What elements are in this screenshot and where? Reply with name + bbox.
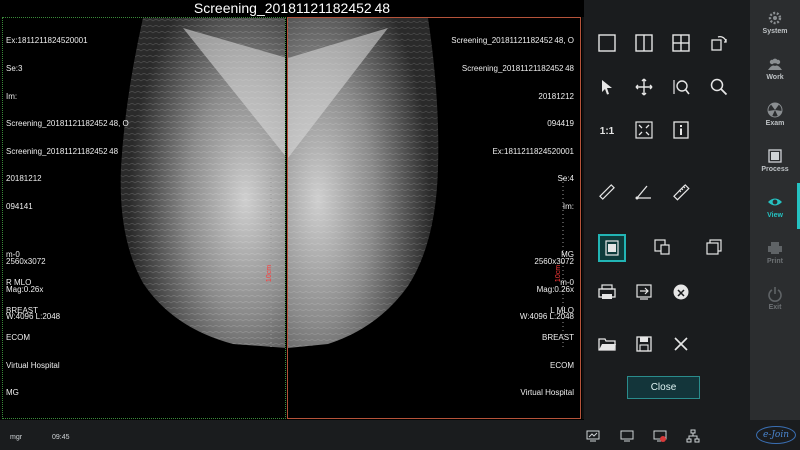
ruler-label-left: 10cm <box>266 264 274 283</box>
nav-item-exit[interactable]: Exit <box>750 276 800 322</box>
export-icon[interactable] <box>633 281 655 303</box>
ruler-icon[interactable] <box>596 181 618 203</box>
info-icon[interactable] <box>670 119 692 141</box>
pointer-icon[interactable] <box>596 76 618 98</box>
study-title: Screening_20181121182452 48 <box>193 0 391 16</box>
overlay-line: Ex:1811211824520001 <box>6 36 88 46</box>
burn-icon[interactable] <box>670 281 692 303</box>
save-icon[interactable] <box>633 333 655 355</box>
overlay-line: Im: <box>6 91 18 101</box>
overlay-line: MG <box>6 388 19 398</box>
overlay-line: 20181212 <box>538 91 574 101</box>
swap-icon[interactable] <box>708 32 730 54</box>
ejoin-logo: e-Join <box>756 426 796 444</box>
brand-area: e-Join <box>750 420 800 450</box>
magnifier-icon[interactable] <box>708 76 730 98</box>
nav-label: Process <box>761 166 789 173</box>
overlay-line: Im: <box>562 202 574 212</box>
close-x-icon[interactable] <box>670 333 692 355</box>
open-folder-icon[interactable] <box>596 333 618 355</box>
nav-item-view[interactable]: View <box>750 184 800 230</box>
current-user: mgr <box>10 434 23 441</box>
overlay-line: Screening_20181121182452 48 <box>461 64 574 74</box>
server-status-icon[interactable] <box>686 429 700 443</box>
nav-item-process[interactable]: Process <box>750 138 800 184</box>
overlay-line: Ex:1811211824520001 <box>492 146 574 156</box>
overlay-line: BREAST <box>541 333 574 343</box>
fit-icon[interactable] <box>633 119 655 141</box>
overlay-line: ECOM <box>6 333 30 343</box>
overlay-line: L MLO <box>550 305 574 315</box>
right-bottom-right-overlay: MG m-0 L MLO BREAST ECOM Virtual Hospita… <box>520 232 574 416</box>
nav-label: Print <box>767 258 783 265</box>
layout-1x2-icon[interactable] <box>633 32 655 54</box>
view-mode-icon[interactable] <box>598 234 626 262</box>
overlay-line: MG <box>561 250 574 260</box>
nav-item-system[interactable]: System <box>750 0 800 46</box>
nav-item-exam[interactable]: Exam <box>750 92 800 138</box>
compare-icon[interactable] <box>651 236 673 258</box>
overlay-line: Se:3 <box>6 64 23 74</box>
printer-icon <box>768 242 782 254</box>
overlay-line: 094141 <box>6 202 33 212</box>
process-icon <box>768 149 782 163</box>
overlay-line: BREAST <box>6 305 39 315</box>
overlay-line: Screening_20181121182452 48, O <box>6 119 129 129</box>
viewport-right[interactable]: Screening_20181121182452 48, O Screening… <box>287 17 581 419</box>
overlay-line: Screening_20181121182452 48 <box>6 146 119 156</box>
users-icon <box>768 58 782 70</box>
power-icon <box>768 287 782 302</box>
actual-size-icon[interactable]: 1:1 <box>596 119 618 141</box>
nav-label: System <box>762 28 788 35</box>
angle-icon[interactable] <box>633 181 655 203</box>
gear-icon <box>768 11 782 25</box>
print-icon[interactable] <box>596 281 618 303</box>
radiation-icon <box>767 102 783 118</box>
svg-text:1:1: 1:1 <box>600 126 615 137</box>
overlay-line: Virtual Hospital <box>520 388 574 398</box>
stack-icon[interactable] <box>703 236 725 258</box>
overlay-line: Virtual Hospital <box>6 360 60 370</box>
overlay-line: 094419 <box>547 119 574 129</box>
main-nav: System Work Exam Process View Print Exit <box>750 0 800 420</box>
nav-label: View <box>767 212 783 219</box>
eye-icon <box>768 198 782 206</box>
nav-label: Work <box>766 74 784 81</box>
close-button[interactable]: Close <box>627 376 700 399</box>
nav-label: Exit <box>768 304 782 311</box>
clock: 09:45 <box>52 434 70 441</box>
status-bar: mgr 09:45 <box>0 420 750 450</box>
nav-label: Exam <box>765 120 785 127</box>
overlay-line: Se:4 <box>557 174 574 184</box>
overlay-line: m-0 <box>560 277 574 287</box>
monitor-status-icon[interactable] <box>586 429 600 443</box>
overlay-line: R MLO <box>6 277 32 287</box>
layout-2x2-icon[interactable] <box>670 32 692 54</box>
viewport-left[interactable]: Ex:1811211824520001 Se:3 Im: Screening_2… <box>2 17 286 419</box>
display-status-icon[interactable] <box>620 429 634 443</box>
nav-item-print[interactable]: Print <box>750 230 800 276</box>
pan-icon[interactable] <box>633 76 655 98</box>
tool-panel: 1:1 Close <box>584 0 750 450</box>
left-bottom-left-overlay: m-0 R MLO BREAST ECOM Virtual Hospital M… <box>6 232 60 416</box>
calibrate-icon[interactable] <box>670 181 692 203</box>
network-alert-icon[interactable] <box>653 429 667 443</box>
overlay-line: Screening_20181121182452 48, O <box>451 36 574 46</box>
overlay-line: ECOM <box>550 360 574 370</box>
nav-item-work[interactable]: Work <box>750 46 800 92</box>
zoom-region-icon[interactable] <box>670 76 692 98</box>
overlay-line: 20181212 <box>6 174 42 184</box>
overlay-line: m-0 <box>6 250 20 260</box>
layout-1x1-icon[interactable] <box>596 32 618 54</box>
